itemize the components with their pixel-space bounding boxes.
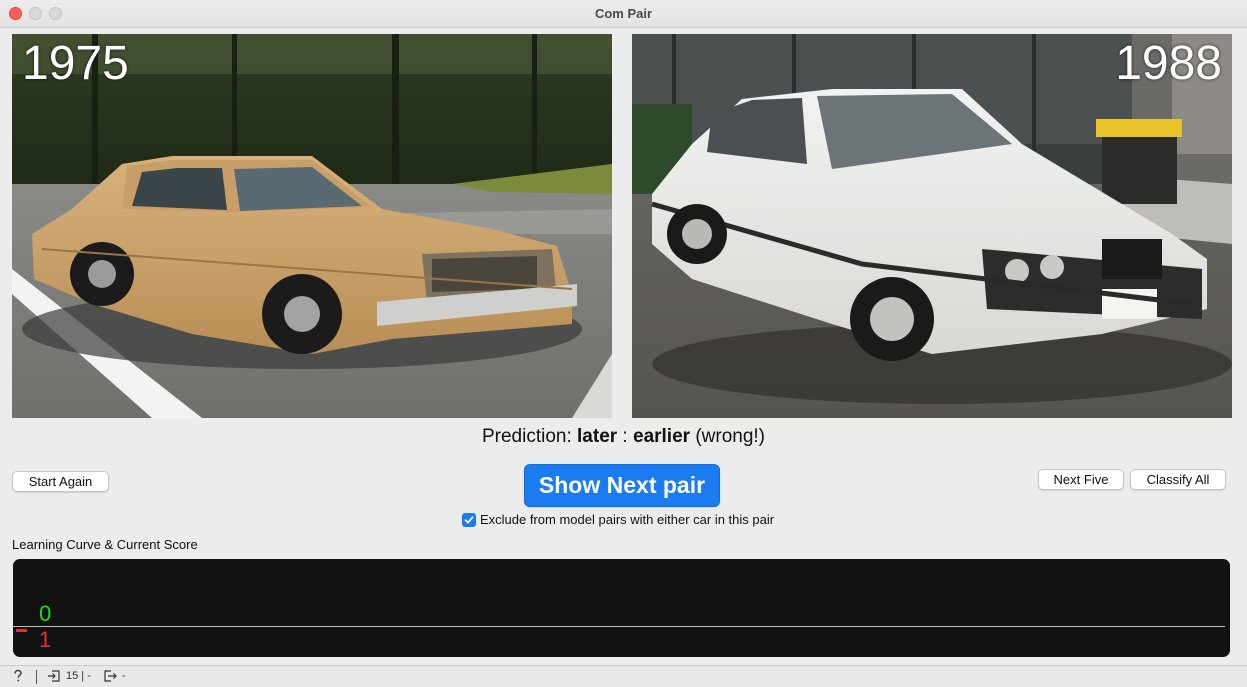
prediction-prefix: Prediction: bbox=[481, 426, 578, 447]
window-title: Com Pair bbox=[594, 6, 653, 21]
prediction-second: earlier bbox=[633, 426, 691, 447]
start-again-button[interactable]: Start Again bbox=[12, 471, 109, 492]
classify-all-button[interactable]: Classify All bbox=[1130, 469, 1226, 490]
input-count: 15 | - bbox=[66, 670, 91, 682]
learning-curve-label: Learning Curve & Current Score bbox=[12, 537, 198, 552]
prediction-separator: : bbox=[617, 426, 633, 447]
prediction-verdict: (wrong!) bbox=[690, 426, 766, 447]
right-car-year: 1988 bbox=[1115, 37, 1222, 90]
correct-score: 0 bbox=[39, 601, 52, 626]
prediction-first: later bbox=[577, 426, 618, 447]
white-sedan-photo bbox=[632, 34, 1232, 418]
output-icon bbox=[104, 670, 117, 682]
show-next-pair-button[interactable]: Show Next pair bbox=[524, 464, 720, 507]
output-count: - bbox=[122, 670, 126, 682]
checkmark-icon bbox=[464, 515, 474, 523]
tan-sedan-photo bbox=[12, 34, 612, 418]
exclude-checkbox[interactable] bbox=[462, 512, 476, 527]
learning-curve-panel: 0 1 bbox=[13, 559, 1230, 657]
exclude-option[interactable]: Exclude from model pairs with either car… bbox=[462, 512, 774, 527]
help-button[interactable] bbox=[12, 669, 24, 683]
input-icon bbox=[48, 670, 60, 682]
status-separator bbox=[36, 670, 37, 684]
question-icon bbox=[14, 669, 22, 682]
right-car-image: 1988 bbox=[632, 34, 1232, 418]
output-indicator[interactable]: - bbox=[103, 669, 126, 683]
exclude-label: Exclude from model pairs with either car… bbox=[480, 512, 775, 527]
left-car-year: 1975 bbox=[22, 37, 129, 90]
wrong-score-marker bbox=[16, 629, 27, 632]
status-bar: 15 | - - bbox=[0, 665, 1247, 687]
curve-baseline bbox=[13, 626, 1225, 627]
title-bar: Com Pair bbox=[0, 0, 1247, 28]
next-five-button[interactable]: Next Five bbox=[1038, 469, 1124, 490]
input-indicator[interactable]: 15 | - bbox=[47, 669, 91, 683]
left-car-image: 1975 bbox=[12, 34, 612, 418]
wrong-score: 1 bbox=[39, 627, 52, 652]
prediction-text: Prediction: later : earlier (wrong!) bbox=[0, 426, 1247, 448]
